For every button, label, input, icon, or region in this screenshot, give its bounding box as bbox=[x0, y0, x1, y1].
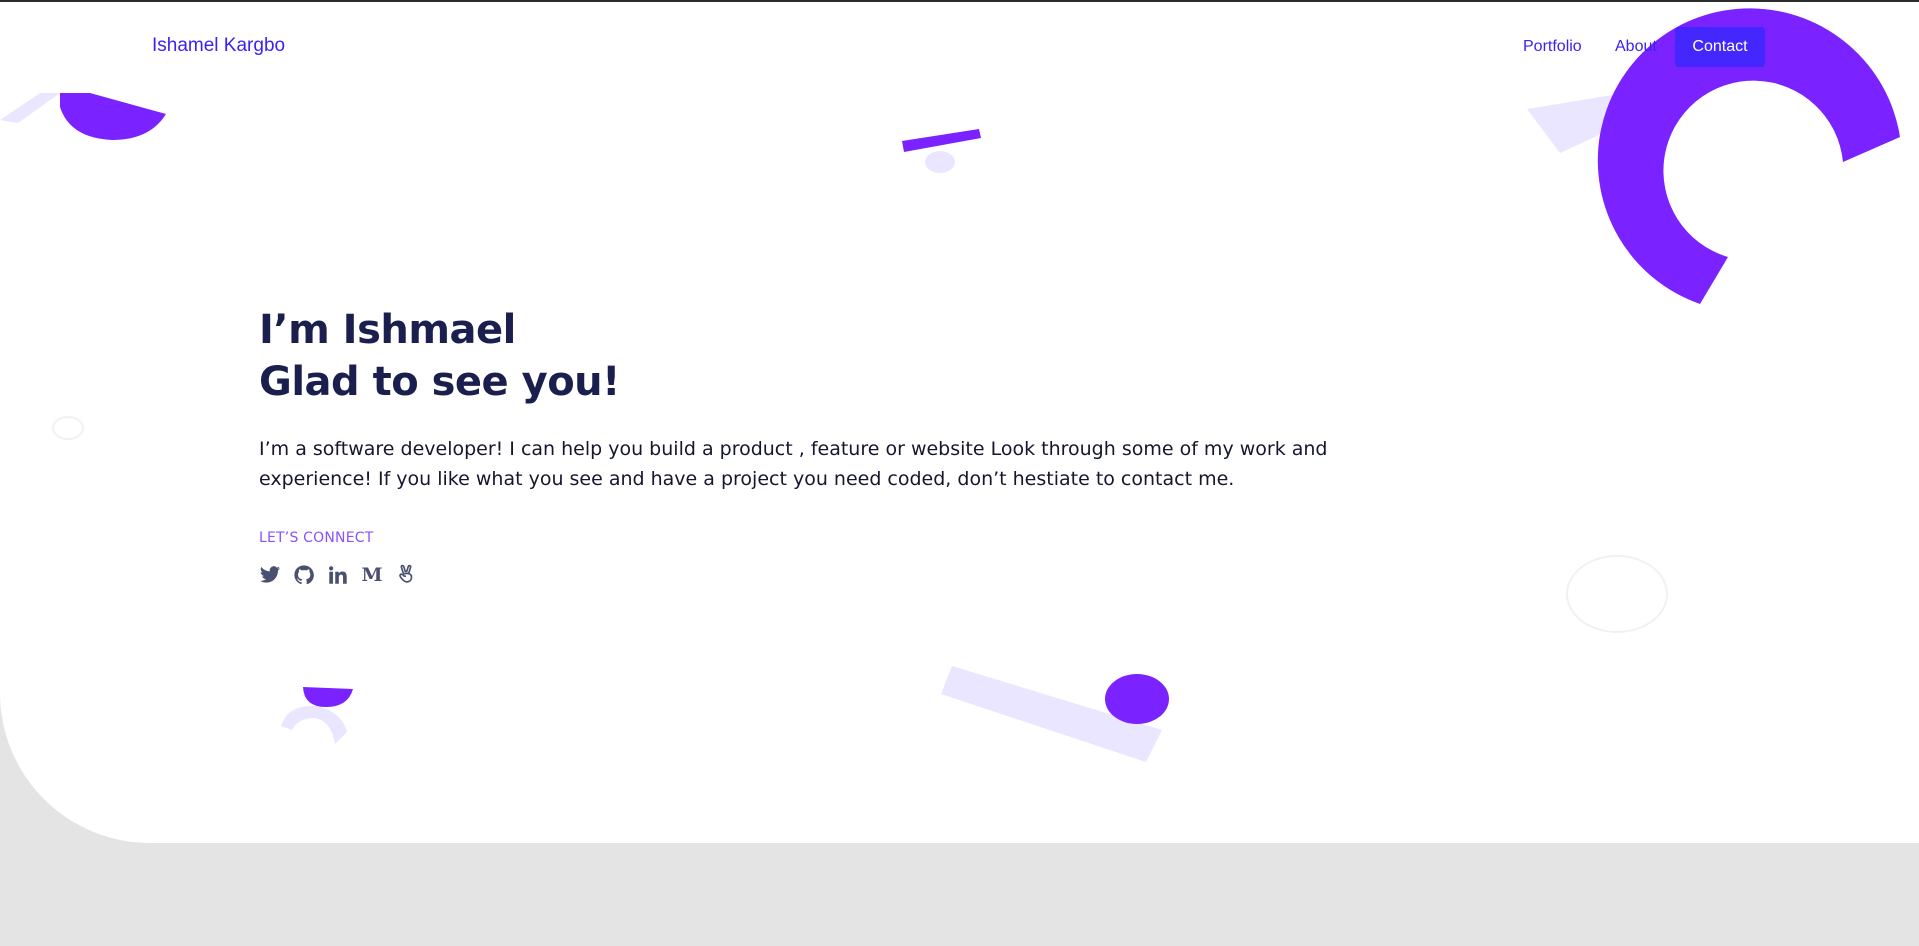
deco-shape bbox=[1105, 674, 1169, 724]
hero-section: I’m Ishmael Glad to see you! I’m a softw… bbox=[0, 2, 1919, 843]
linkedin-icon bbox=[329, 566, 347, 584]
angellist-link[interactable] bbox=[395, 564, 417, 586]
deco-shape bbox=[0, 93, 60, 123]
social-links: M bbox=[259, 564, 1409, 586]
hero-intro-text: I’m a software developer! I can help you… bbox=[259, 438, 1328, 490]
github-link[interactable] bbox=[293, 564, 315, 586]
headline-line-1: I’m Ishmael bbox=[259, 307, 516, 353]
deco-shape bbox=[52, 416, 84, 440]
headline-line-2: Glad to see you! bbox=[259, 359, 620, 405]
github-icon bbox=[294, 565, 314, 585]
hero-content: I’m Ishmael Glad to see you! I’m a softw… bbox=[259, 304, 1409, 586]
deco-shape bbox=[60, 93, 166, 140]
nav-link-portfolio[interactable]: Portfolio bbox=[1523, 38, 1582, 56]
top-navbar: Ishamel Kargbo Portfolio About Contact bbox=[0, 2, 1919, 90]
deco-shape bbox=[303, 687, 353, 707]
deco-shape bbox=[925, 151, 955, 173]
brand-logo-link[interactable]: Ishamel Kargbo bbox=[152, 35, 285, 57]
linkedin-link[interactable] bbox=[327, 564, 349, 586]
deco-shape bbox=[902, 129, 981, 152]
angellist-icon bbox=[399, 564, 413, 583]
nav-link-about[interactable]: About bbox=[1615, 38, 1657, 56]
lets-connect-label: LET’S CONNECT bbox=[259, 530, 374, 546]
twitter-icon bbox=[259, 566, 281, 583]
twitter-link[interactable] bbox=[259, 564, 281, 586]
medium-link[interactable]: M bbox=[361, 564, 383, 586]
deco-shape bbox=[281, 705, 347, 744]
deco-shape bbox=[1566, 555, 1668, 633]
medium-icon: M bbox=[361, 564, 383, 586]
contact-button[interactable]: Contact bbox=[1675, 27, 1765, 67]
hero-headline: I’m Ishmael Glad to see you! bbox=[259, 304, 1409, 408]
